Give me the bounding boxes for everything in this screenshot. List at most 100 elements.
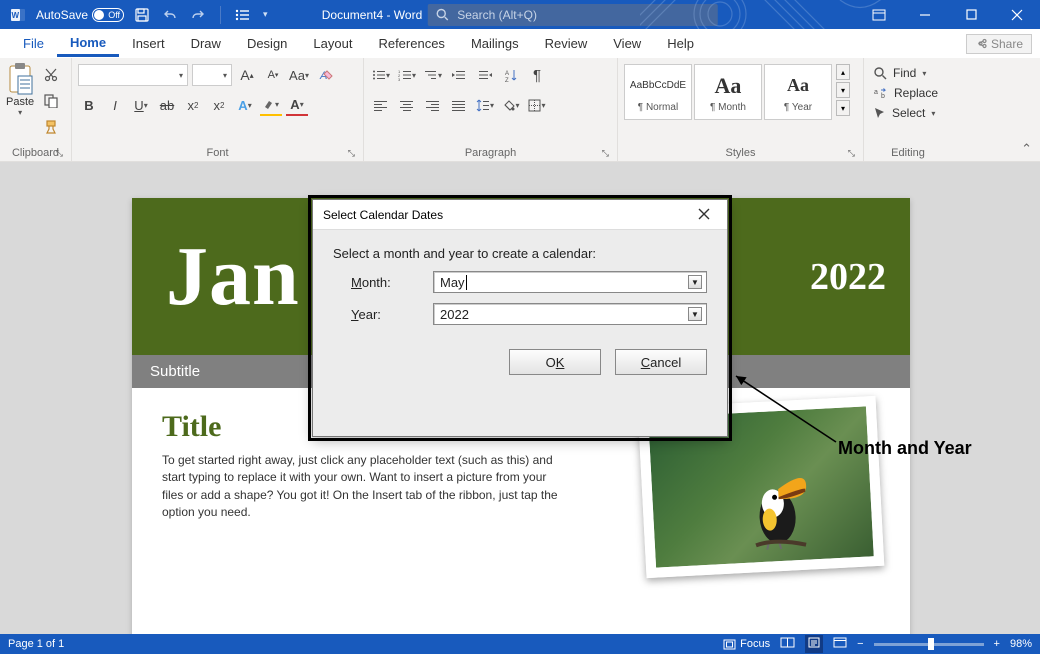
styles-down-icon[interactable]: ▾ xyxy=(836,82,850,98)
month-combobox[interactable]: May ▼ xyxy=(433,271,707,293)
multilevel-list-button[interactable]: ▾ xyxy=(422,64,444,86)
line-spacing-button[interactable]: ▾ xyxy=(474,94,496,116)
highlight-button[interactable]: ▾ xyxy=(260,94,282,116)
styles-gallery-scroll[interactable]: ▴ ▾ ▾ xyxy=(834,64,850,116)
tab-help[interactable]: Help xyxy=(654,32,707,55)
align-right-button[interactable] xyxy=(422,94,444,116)
clear-formatting-button[interactable]: A xyxy=(314,64,336,86)
format-painter-button[interactable] xyxy=(40,116,62,138)
dialog-close-button[interactable] xyxy=(691,207,717,223)
page-indicator[interactable]: Page 1 of 1 xyxy=(8,638,64,650)
subscript-button[interactable]: x2 xyxy=(182,94,204,116)
year-combobox[interactable]: 2022 ▼ xyxy=(433,303,707,325)
justify-button[interactable] xyxy=(448,94,470,116)
body-paragraph[interactable]: To get started right away, just click an… xyxy=(162,452,562,522)
status-bar: Page 1 of 1 Focus − + 98% xyxy=(0,634,1040,654)
shrink-font-button[interactable]: A▾ xyxy=(262,64,284,86)
style-year[interactable]: Aa ¶ Year xyxy=(764,64,832,120)
minimize-button[interactable] xyxy=(902,0,948,29)
print-layout-button[interactable] xyxy=(805,635,823,653)
styles-up-icon[interactable]: ▴ xyxy=(836,64,850,80)
collapse-ribbon-icon[interactable]: ⌃ xyxy=(1021,141,1032,157)
bold-button[interactable]: B xyxy=(78,94,100,116)
ribbon-display-options-icon[interactable] xyxy=(856,0,902,29)
text-effects-button[interactable]: A▾ xyxy=(234,94,256,116)
grow-font-button[interactable]: A▴ xyxy=(236,64,258,86)
zoom-slider[interactable] xyxy=(874,643,984,646)
select-button[interactable]: Select▾ xyxy=(870,104,939,122)
close-icon xyxy=(698,208,710,220)
decrease-indent-button[interactable] xyxy=(448,64,470,86)
font-launcher-icon[interactable]: ⤡ xyxy=(348,148,355,159)
zoom-out-button[interactable]: − xyxy=(857,638,863,650)
ribbon: Paste ▾ Clipboard⤡ ▾ ▾ A▴ xyxy=(0,58,1040,162)
close-button[interactable] xyxy=(994,0,1040,29)
italic-button[interactable]: I xyxy=(104,94,126,116)
font-size-selector[interactable]: ▾ xyxy=(192,64,232,86)
align-center-button[interactable] xyxy=(396,94,418,116)
maximize-button[interactable] xyxy=(948,0,994,29)
chevron-down-icon[interactable]: ▼ xyxy=(688,307,702,321)
focus-mode-button[interactable]: Focus xyxy=(723,638,770,650)
bullets-qat-icon[interactable] xyxy=(233,5,253,25)
web-layout-button[interactable] xyxy=(833,637,847,651)
autosave-state: Off xyxy=(108,10,120,20)
tab-review[interactable]: Review xyxy=(532,32,601,55)
font-name-selector[interactable]: ▾ xyxy=(78,64,188,86)
tab-home[interactable]: Home xyxy=(57,31,119,57)
read-mode-button[interactable] xyxy=(780,637,795,651)
tab-view[interactable]: View xyxy=(600,32,654,55)
show-marks-button[interactable]: ¶ xyxy=(526,64,548,86)
tab-mailings[interactable]: Mailings xyxy=(458,32,532,55)
borders-button[interactable]: ▾ xyxy=(526,94,548,116)
tab-references[interactable]: References xyxy=(365,32,457,55)
svg-text:A: A xyxy=(505,71,509,77)
redo-icon[interactable] xyxy=(188,5,208,25)
styles-launcher-icon[interactable]: ⤡ xyxy=(848,148,855,159)
bullets-button[interactable]: ▾ xyxy=(370,64,392,86)
save-icon[interactable] xyxy=(132,5,152,25)
svg-text:Z: Z xyxy=(505,78,509,82)
chevron-down-icon[interactable]: ▼ xyxy=(688,275,702,289)
autosave-toggle[interactable]: AutoSave Off xyxy=(36,8,124,22)
tab-draw[interactable]: Draw xyxy=(178,32,234,55)
zoom-level[interactable]: 98% xyxy=(1010,638,1032,650)
svg-text:b: b xyxy=(881,93,885,99)
year-label: Year: xyxy=(351,307,423,322)
share-button[interactable]: Share xyxy=(966,34,1032,54)
numbering-button[interactable]: 123▾ xyxy=(396,64,418,86)
underline-button[interactable]: U▾ xyxy=(130,94,152,116)
calendar-dates-dialog: Select Calendar Dates Select a month and… xyxy=(312,199,728,437)
zoom-in-button[interactable]: + xyxy=(994,638,1000,650)
paste-button[interactable]: Paste ▾ xyxy=(6,62,34,117)
style-month[interactable]: Aa ¶ Month xyxy=(694,64,762,120)
font-color-button[interactable]: A▾ xyxy=(286,94,308,116)
style-normal[interactable]: AaBbCcDdE ¶ Normal xyxy=(624,64,692,120)
align-left-button[interactable] xyxy=(370,94,392,116)
sort-button[interactable]: AZ xyxy=(500,64,522,86)
superscript-button[interactable]: x2 xyxy=(208,94,230,116)
autosave-label: AutoSave xyxy=(36,8,88,22)
tab-design[interactable]: Design xyxy=(234,32,300,55)
tab-layout[interactable]: Layout xyxy=(300,32,365,55)
strikethrough-button[interactable]: ab xyxy=(156,94,178,116)
styles-more-icon[interactable]: ▾ xyxy=(836,100,850,116)
paste-label: Paste xyxy=(6,96,34,108)
paragraph-launcher-icon[interactable]: ⤡ xyxy=(602,148,609,159)
find-button[interactable]: Find▾ xyxy=(870,64,930,82)
shading-button[interactable]: ▾ xyxy=(500,94,522,116)
replace-button[interactable]: ab Replace xyxy=(870,84,942,102)
styles-group-label: Styles xyxy=(726,147,756,159)
change-case-button[interactable]: Aa▾ xyxy=(288,64,310,86)
ok-button[interactable]: OK xyxy=(509,349,601,375)
cut-button[interactable] xyxy=(40,64,62,86)
cancel-button[interactable]: Cancel xyxy=(615,349,707,375)
increase-indent-button[interactable] xyxy=(474,64,496,86)
month-value: May xyxy=(440,275,467,290)
clipboard-launcher-icon[interactable]: ⤡ xyxy=(56,148,63,159)
tab-insert[interactable]: Insert xyxy=(119,32,178,55)
undo-icon[interactable] xyxy=(160,5,180,25)
tab-file[interactable]: File xyxy=(10,32,57,55)
copy-button[interactable] xyxy=(40,90,62,112)
style-name: ¶ Normal xyxy=(638,100,678,113)
